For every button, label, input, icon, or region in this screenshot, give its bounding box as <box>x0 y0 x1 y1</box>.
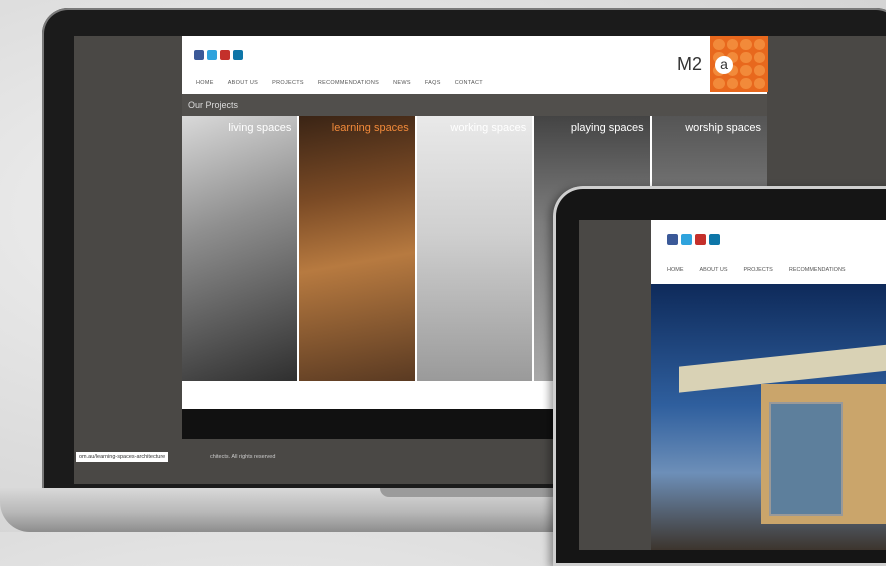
main-nav: HOME ABOUT US PROJECTS RECOMMENDATIONS N… <box>196 80 483 86</box>
photo-glass-door <box>769 402 843 516</box>
facebook-icon[interactable] <box>194 50 204 60</box>
tablet-social-links <box>667 234 720 245</box>
nav-news[interactable]: NEWS <box>393 80 411 86</box>
nav-faqs[interactable]: FAQS <box>425 80 441 86</box>
twitter-icon[interactable] <box>207 50 217 60</box>
nav-projects[interactable]: PROJECTS <box>744 267 773 273</box>
twitter-icon[interactable] <box>681 234 692 245</box>
panel-title: playing spaces <box>570 122 644 134</box>
panel-working-spaces[interactable]: working spaces <box>416 116 535 381</box>
site-header: HOME ABOUT US PROJECTS RECOMMENDATIONS N… <box>182 36 768 94</box>
logo-text[interactable]: M2 <box>677 54 702 75</box>
panel-title: learning spaces <box>331 122 409 134</box>
nav-about-us[interactable]: ABOUT US <box>700 267 728 273</box>
nav-projects[interactable]: PROJECTS <box>272 80 304 86</box>
facebook-icon[interactable] <box>667 234 678 245</box>
youtube-icon[interactable] <box>695 234 706 245</box>
nav-contact[interactable]: CONTACT <box>455 80 483 86</box>
panel-title: working spaces <box>450 122 527 134</box>
section-title: Our Projects <box>188 100 239 110</box>
hero-photo <box>651 284 886 550</box>
status-bar-url: om.au/learning-spaces-architecture <box>76 452 169 462</box>
nav-home[interactable]: HOME <box>196 80 214 86</box>
nav-about-us[interactable]: ABOUT US <box>228 80 258 86</box>
laptop-notch <box>380 488 560 497</box>
panel-title: living spaces <box>228 122 292 134</box>
tablet-nav: HOME ABOUT US PROJECTS RECOMMENDATIONS <box>667 267 846 273</box>
tablet-frame: HOME ABOUT US PROJECTS RECOMMENDATIONS <box>553 186 886 566</box>
nav-recommendations[interactable]: RECOMMENDATIONS <box>318 80 379 86</box>
copyright-text: chitects. All rights reserved <box>210 454 276 460</box>
nav-home[interactable]: HOME <box>667 267 684 273</box>
logo-letter: a <box>715 56 733 74</box>
social-links <box>194 50 243 60</box>
tablet-site-header: HOME ABOUT US PROJECTS RECOMMENDATIONS <box>651 220 886 284</box>
youtube-icon[interactable] <box>220 50 230 60</box>
nav-recommendations[interactable]: RECOMMENDATIONS <box>789 267 846 273</box>
linkedin-icon[interactable] <box>233 50 243 60</box>
linkedin-icon[interactable] <box>709 234 720 245</box>
panel-title: worship spaces <box>685 122 762 134</box>
tablet-screen: HOME ABOUT US PROJECTS RECOMMENDATIONS <box>579 220 886 550</box>
panel-learning-spaces[interactable]: learning spaces <box>299 116 417 381</box>
panel-living-spaces[interactable]: living spaces <box>182 116 300 381</box>
section-title-bar: Our Projects <box>182 94 767 116</box>
